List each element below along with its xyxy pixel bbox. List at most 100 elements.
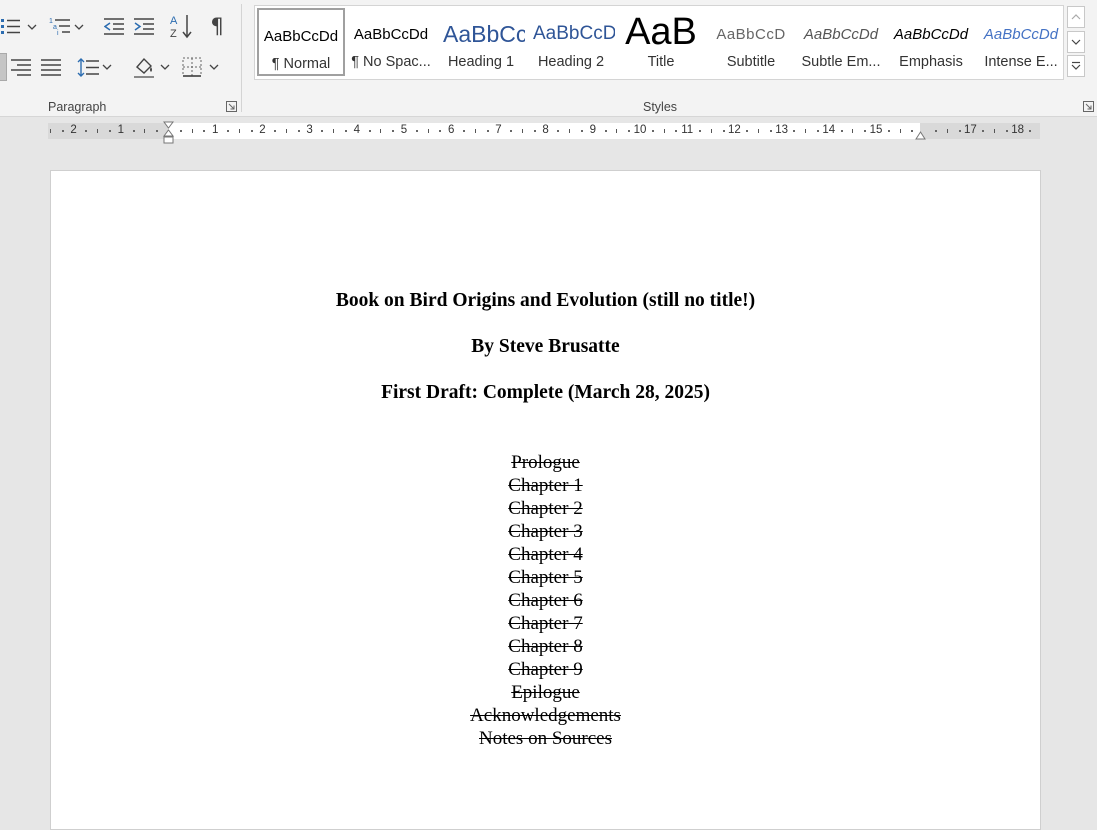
- toc-entry: Acknowledgements: [470, 705, 621, 726]
- ruler-tick: [769, 130, 772, 132]
- align-right-button[interactable]: [9, 55, 33, 79]
- style-sample: AaBbCcD: [716, 25, 786, 43]
- style-sample: AaBbCcDd: [983, 25, 1059, 43]
- line-spacing-icon: [77, 57, 99, 77]
- document-author: By Steve Brusatte: [471, 336, 620, 357]
- style-sample: AaBbCcDd: [353, 25, 429, 43]
- gallery-scroll-down-button[interactable]: [1067, 31, 1085, 53]
- ruler-tick: [663, 129, 665, 133]
- ruler-tick: [569, 129, 571, 133]
- paragraph-group-label: Paragraph: [48, 100, 107, 114]
- ruler-tick: [805, 129, 807, 133]
- decrease-indent-button[interactable]: [102, 14, 126, 38]
- paragraph-dialog-launcher-icon[interactable]: [226, 101, 237, 112]
- style-name: Heading 2: [537, 54, 605, 70]
- ruler-tick: [651, 130, 654, 132]
- ruler-number: 1: [211, 124, 219, 136]
- chevron-down-icon[interactable]: [102, 62, 112, 72]
- style-no-spacing[interactable]: AaBbCcDd ¶ No Spac...: [347, 8, 435, 76]
- justify-button[interactable]: [39, 55, 63, 79]
- ruler-tick: [746, 130, 749, 132]
- ruler-tick: [144, 129, 146, 133]
- gallery-scroll-up-button[interactable]: [1067, 6, 1085, 28]
- ruler-tick: [132, 130, 135, 132]
- increase-indent-button[interactable]: [132, 14, 156, 38]
- ruler-tick: [628, 130, 631, 132]
- style-name: Title: [647, 54, 675, 70]
- ruler-tick: [109, 130, 111, 132]
- right-indent-marker-icon[interactable]: [915, 130, 926, 140]
- ruler-tick: [463, 130, 465, 132]
- style-heading-1[interactable]: AaBbCc Heading 1: [437, 8, 525, 76]
- styles-dialog-launcher-icon[interactable]: [1083, 101, 1094, 112]
- ruler-tick: [50, 129, 51, 133]
- style-sample: AaBbCc: [443, 20, 525, 47]
- align-left-button[interactable]: [0, 53, 7, 81]
- svg-text:Z: Z: [170, 28, 177, 39]
- ruler-tick: [722, 130, 725, 132]
- style-heading-2[interactable]: AaBbCcD Heading 2: [527, 8, 615, 76]
- ruler-tick: [392, 130, 395, 132]
- ruler-tick: [333, 129, 335, 133]
- borders-button[interactable]: [180, 55, 204, 79]
- ruler-tick: [85, 130, 88, 132]
- ruler-number: 9: [589, 124, 596, 136]
- ruler-tick: [581, 130, 583, 132]
- ruler-tick: [368, 130, 371, 132]
- ruler-tick: [522, 129, 523, 133]
- ruler-number: 5: [400, 124, 408, 136]
- styles-gallery: AaBbCcDd ¶ Normal AaBbCcDd ¶ No Spac... …: [254, 5, 1064, 80]
- multilevel-list-icon: 1ai: [49, 18, 70, 36]
- style-intense-emphasis[interactable]: AaBbCcDd Intense E...: [977, 8, 1065, 76]
- chevron-down-icon[interactable]: [160, 62, 170, 72]
- document-page[interactable]: Book on Bird Origins and Evolution (stil…: [50, 170, 1041, 830]
- ruler-tick: [852, 129, 854, 133]
- style-emphasis[interactable]: AaBbCcDd Emphasis: [887, 8, 975, 76]
- show-formatting-button[interactable]: ¶: [205, 12, 229, 40]
- toc-entry: Prologue: [511, 452, 580, 473]
- justify-icon: [41, 58, 61, 76]
- toc-entry: Chapter 3: [508, 521, 583, 542]
- ruler-tick: [994, 129, 995, 133]
- ruler-tick: [1005, 130, 1008, 132]
- chevron-down-icon[interactable]: [209, 62, 219, 72]
- style-name: Subtitle: [726, 54, 776, 70]
- ruler-tick: [793, 130, 796, 132]
- ruler-number: 4: [353, 124, 360, 136]
- gallery-more-button[interactable]: [1067, 55, 1085, 77]
- ribbon: 1ai AZ ¶ Paragraph AaBbCcDd ¶ Normal AaB…: [0, 0, 1097, 117]
- ruler-number: 2: [70, 124, 77, 136]
- ruler-tick: [238, 129, 240, 133]
- ruler-tick: [675, 130, 678, 132]
- style-normal[interactable]: AaBbCcDd ¶ Normal: [257, 8, 345, 76]
- bullets-button[interactable]: [0, 14, 22, 38]
- ruler-tick: [817, 130, 819, 132]
- style-subtle-emphasis[interactable]: AaBbCcDd Subtle Em...: [797, 8, 885, 76]
- ruler-tick: [227, 130, 229, 132]
- decrease-indent-icon: [104, 18, 124, 35]
- line-spacing-button[interactable]: [76, 55, 100, 79]
- style-title[interactable]: AaB Title: [617, 8, 705, 76]
- toc-entry: Chapter 4: [508, 544, 583, 565]
- shading-button[interactable]: [132, 54, 156, 80]
- sort-button[interactable]: AZ: [168, 12, 194, 40]
- style-name: Heading 1: [447, 54, 515, 70]
- ruler-number: 17: [963, 124, 977, 136]
- ruler-tick: [274, 130, 277, 132]
- multilevel-list-button[interactable]: 1ai: [48, 14, 72, 38]
- toc-entry: Epilogue: [511, 682, 580, 703]
- chevron-down-icon[interactable]: [27, 22, 37, 32]
- style-sample: AaBbCcDd: [893, 25, 969, 43]
- chevron-down-icon[interactable]: [74, 22, 84, 32]
- horizontal-ruler[interactable]: 2 1 1 2 3 4 5 6 7 8 9 10 11 12 13 14 15 17 18: [48, 121, 1040, 144]
- ruler-tick: [935, 130, 937, 132]
- ruler-tick: [510, 130, 513, 132]
- ruler-tick: [557, 130, 560, 132]
- style-subtitle[interactable]: AaBbCcD Subtitle: [707, 8, 795, 76]
- chevron-up-icon: [1071, 14, 1081, 20]
- ruler-tick: [250, 130, 253, 132]
- indent-marker-icon[interactable]: [163, 121, 174, 145]
- ruler-tick: [203, 130, 206, 132]
- ruler-tick: [604, 130, 607, 132]
- toc-entry: Chapter 9: [508, 659, 583, 680]
